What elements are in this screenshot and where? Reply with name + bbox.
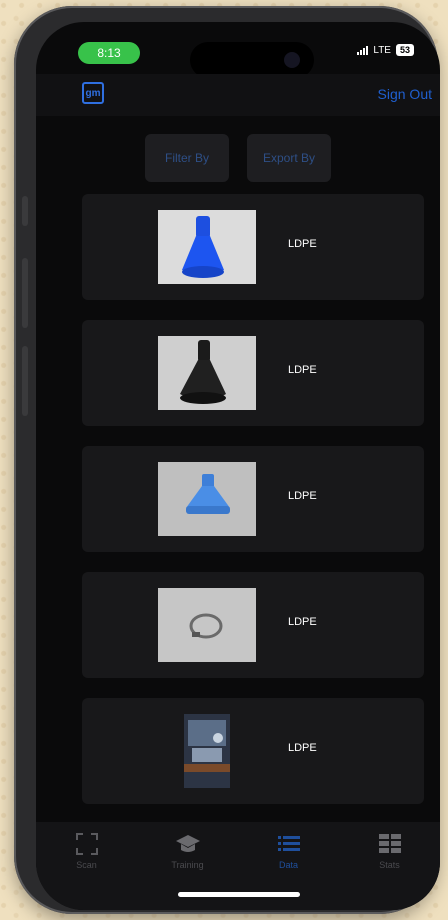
status-indicators: LTE 53 — [357, 44, 414, 56]
list-item[interactable]: LDPE — [82, 572, 424, 678]
item-label: LDPE — [288, 742, 317, 754]
dynamic-island — [190, 42, 314, 78]
signal-icon — [357, 45, 369, 55]
black-funnel-photo — [158, 336, 256, 410]
tab-scan[interactable]: Scan — [36, 822, 137, 910]
blue-cap-photo — [158, 462, 256, 536]
clear-ring-photo — [158, 588, 256, 662]
phone-frame: 8:13 LTE 53 gm Sign Out Filter By Export… — [14, 6, 440, 914]
item-label: LDPE — [288, 490, 317, 502]
graduation-cap-icon — [175, 832, 201, 856]
network-label: LTE — [373, 44, 391, 56]
sign-out-button[interactable]: Sign Out — [378, 86, 432, 102]
grid-icon — [378, 832, 401, 856]
app-screen: 8:13 LTE 53 gm Sign Out Filter By Export… — [36, 22, 440, 910]
list-item[interactable]: LDPE — [82, 698, 424, 804]
filter-by-button[interactable]: Filter By — [145, 134, 229, 182]
volume-up-button — [22, 258, 28, 328]
top-navbar: gm Sign Out — [36, 74, 440, 116]
item-label: LDPE — [288, 238, 317, 250]
list-item[interactable]: LDPE — [82, 320, 424, 426]
tab-label: Scan — [76, 860, 97, 870]
battery-icon: 53 — [395, 44, 414, 56]
list-item[interactable]: LDPE — [82, 194, 424, 300]
tab-label: Data — [278, 860, 298, 870]
action-button — [22, 196, 28, 226]
filter-bar: Filter By Export By — [36, 134, 440, 182]
store-photo — [184, 714, 230, 788]
scan-icon — [75, 832, 98, 856]
home-indicator[interactable] — [178, 892, 300, 897]
volume-down-button — [22, 346, 28, 416]
status-time: 8:13 — [78, 42, 140, 64]
gm-logo: gm — [82, 82, 104, 104]
item-label: LDPE — [288, 364, 317, 376]
export-by-button[interactable]: Export By — [247, 134, 331, 182]
blue-funnel-photo — [158, 210, 256, 284]
item-label: LDPE — [288, 616, 317, 628]
list-icon — [277, 832, 300, 856]
tab-label: Stats — [379, 860, 400, 870]
item-list: LDPE LDPE LDPE LDPE LDPE — [82, 194, 424, 824]
list-item[interactable]: LDPE — [82, 446, 424, 552]
tab-stats[interactable]: Stats — [339, 822, 440, 910]
tab-label: Training — [171, 860, 204, 870]
